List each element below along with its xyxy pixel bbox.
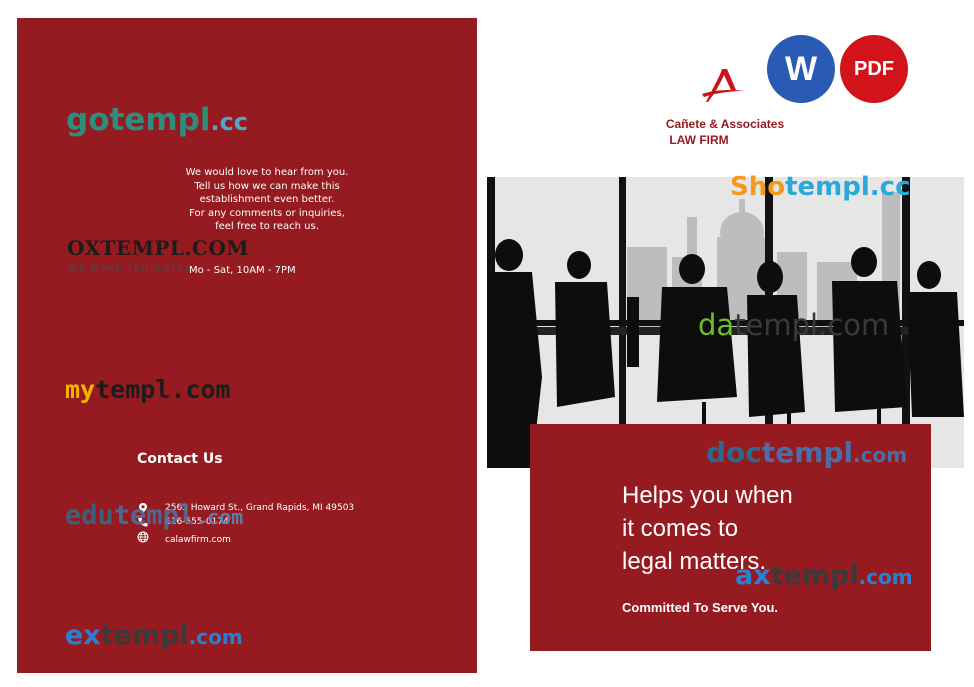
intro-text: We would love to hear from you. Tell us … — [137, 166, 397, 234]
watermark-part: ex — [65, 620, 101, 651]
oxtempl-watermark: OXTEMPL.COM — [67, 236, 249, 260]
intro-line: establishment even better. — [199, 194, 335, 205]
website-text: calawfirm.com — [165, 535, 231, 545]
watermark-part: .com — [858, 565, 913, 589]
intro-line: Tell us how we can make this — [194, 180, 340, 192]
watermark-part: templ — [785, 172, 870, 202]
headline-line: it comes to — [622, 515, 739, 542]
watermark-part: .cc — [869, 172, 911, 202]
watermark-part: templ — [761, 436, 854, 469]
datempl-watermark: datempl.com — [698, 308, 889, 342]
watermark-part: templ — [770, 560, 859, 591]
watermark-part: .com — [853, 443, 908, 467]
firm-subtitle: LAW FIRM — [669, 133, 729, 147]
edutempl-watermark: edutempl.com — [65, 500, 243, 531]
watermark-part: gotempl — [66, 102, 211, 138]
word-badge-icon[interactable]: W — [767, 35, 835, 103]
business-hours: Mo - Sat, 10AM - 7PM — [189, 265, 296, 276]
mytempl-watermark: mytempl.com — [65, 375, 231, 404]
gotempl-watermark: gotempl.cc — [66, 102, 248, 138]
pdf-badge-label: PDF — [854, 57, 894, 80]
intro-line: feel free to reach us. — [215, 221, 319, 232]
axtempl-watermark: axtempl.com — [735, 560, 913, 591]
watermark-part: templ.com — [734, 308, 890, 342]
watermark-part: doc — [706, 436, 762, 469]
watermark-part: .com — [195, 505, 244, 529]
firm-name: Cañete & Associates — [665, 117, 785, 131]
intro-line: For any comments or inquiries, — [189, 207, 345, 219]
watermark-part: edu — [65, 500, 114, 531]
watermark-part: ax — [735, 560, 771, 591]
intro-line: We would love to hear from you. — [185, 167, 349, 178]
contact-title: Contact Us — [137, 451, 223, 467]
watermark-part: templ — [100, 620, 189, 651]
watermark-part: my — [65, 375, 96, 404]
watermark-part: .com — [188, 625, 243, 649]
firm-logo-icon — [702, 69, 744, 102]
watermark-part: templ.com — [95, 375, 231, 404]
word-badge-label: W — [784, 49, 818, 88]
watermark-part: Sho — [730, 172, 786, 202]
oxtempl-tagline: WE MAKE TEMPLATES — [69, 264, 193, 274]
headline-line: Helps you when — [622, 482, 793, 509]
extempl-watermark: extempl.com — [65, 620, 243, 651]
watermark-part: .cc — [210, 108, 249, 136]
globe-icon — [137, 531, 149, 543]
watermark-part: da — [698, 308, 735, 342]
pdf-badge-icon[interactable]: PDF — [840, 35, 908, 103]
cta-tagline: Committed To Serve You. — [622, 600, 779, 615]
doctempl-watermark: doctempl.com — [706, 436, 907, 469]
watermark-part: templ — [113, 500, 196, 531]
shotempl-watermark: Shotempl.cc — [730, 172, 911, 202]
